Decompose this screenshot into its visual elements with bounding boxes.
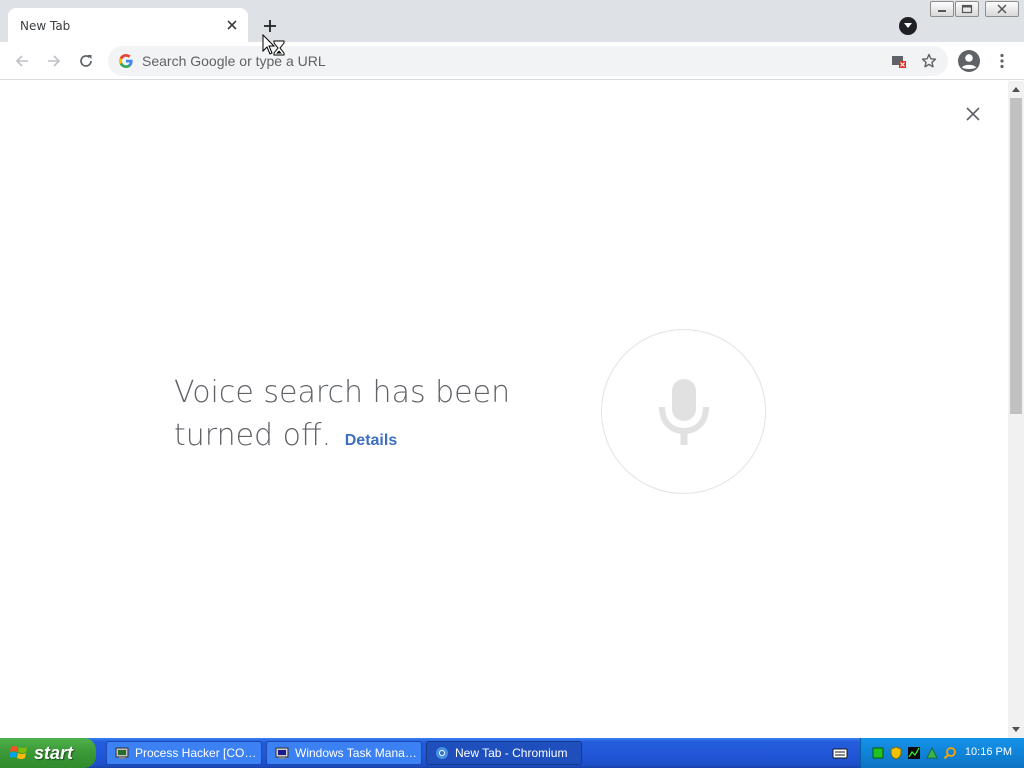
chromium-icon — [436, 747, 448, 759]
voice-search-overlay: Voice search has been turned off. Detail… — [0, 81, 1008, 738]
busy-cursor-icon — [262, 33, 288, 58]
popup-blocked-icon[interactable] — [890, 52, 908, 70]
vertical-scrollbar[interactable] — [1008, 81, 1024, 738]
search-magnifier-tray-icon[interactable] — [943, 746, 957, 760]
back-arrow-icon[interactable] — [10, 49, 34, 73]
task-manager-icon — [275, 747, 289, 759]
forward-arrow-icon[interactable] — [42, 49, 66, 73]
details-link[interactable]: Details — [345, 432, 397, 449]
process-monitor-tray-icon[interactable] — [907, 746, 921, 760]
green-square-tray-icon[interactable] — [871, 746, 885, 760]
scrollbar-thumb[interactable] — [1010, 98, 1022, 414]
omnibox[interactable] — [108, 46, 948, 76]
profile-account-icon[interactable] — [957, 49, 981, 73]
start-button[interactable]: start — [0, 738, 96, 768]
windows-taskbar: start Process Hacker [COL... Windows Tas… — [0, 738, 1024, 768]
tab-search-chevron-icon[interactable] — [899, 17, 917, 35]
scroll-up-arrow-icon[interactable] — [1008, 81, 1024, 97]
keyboard-language-icon[interactable] — [832, 746, 848, 760]
security-shield-icon[interactable] — [889, 746, 903, 760]
taskbar-item-task-manager[interactable]: Windows Task Manager — [266, 741, 422, 765]
window-minimize-button[interactable] — [930, 1, 954, 17]
windows-flag-icon — [9, 744, 28, 762]
taskbar-item-chromium[interactable]: New Tab - Chromium — [426, 741, 582, 765]
taskbar-item-label: Process Hacker [COL... — [135, 746, 261, 760]
voice-search-message: Voice search has been turned off. — [174, 375, 511, 453]
system-tray: 10:16 PM — [860, 738, 1024, 768]
reload-icon[interactable] — [74, 49, 98, 73]
menu-vertical-dots-icon[interactable] — [992, 49, 1012, 73]
microphone-icon — [658, 378, 709, 445]
tab-close-icon[interactable] — [224, 17, 240, 33]
taskbar-item-process-hacker[interactable]: Process Hacker [COL... — [106, 741, 262, 765]
tab-new-tab[interactable]: New Tab — [8, 8, 248, 42]
taskbar-clock: 10:16 PM — [964, 746, 1012, 758]
network-tray-icon[interactable] — [925, 746, 939, 760]
start-label: start — [34, 742, 74, 763]
window-maximize-button[interactable] — [955, 1, 979, 17]
microphone-button[interactable] — [601, 329, 766, 494]
browser-toolbar — [0, 42, 1024, 80]
taskbar-item-label: Windows Task Manager — [295, 746, 421, 760]
overlay-close-icon[interactable] — [962, 103, 984, 125]
taskbar-item-label: New Tab - Chromium — [455, 746, 568, 760]
bookmark-star-icon[interactable] — [920, 52, 938, 70]
google-g-icon — [119, 54, 133, 68]
tab-title: New Tab — [20, 19, 71, 33]
omnibox-input[interactable] — [142, 46, 882, 76]
scroll-down-arrow-icon[interactable] — [1008, 722, 1024, 738]
tab-strip: New Tab — [0, 0, 1024, 42]
window-close-button[interactable] — [985, 1, 1019, 17]
voice-search-message-block: Voice search has been turned off. Detail… — [174, 371, 554, 462]
process-hacker-icon — [115, 747, 129, 759]
